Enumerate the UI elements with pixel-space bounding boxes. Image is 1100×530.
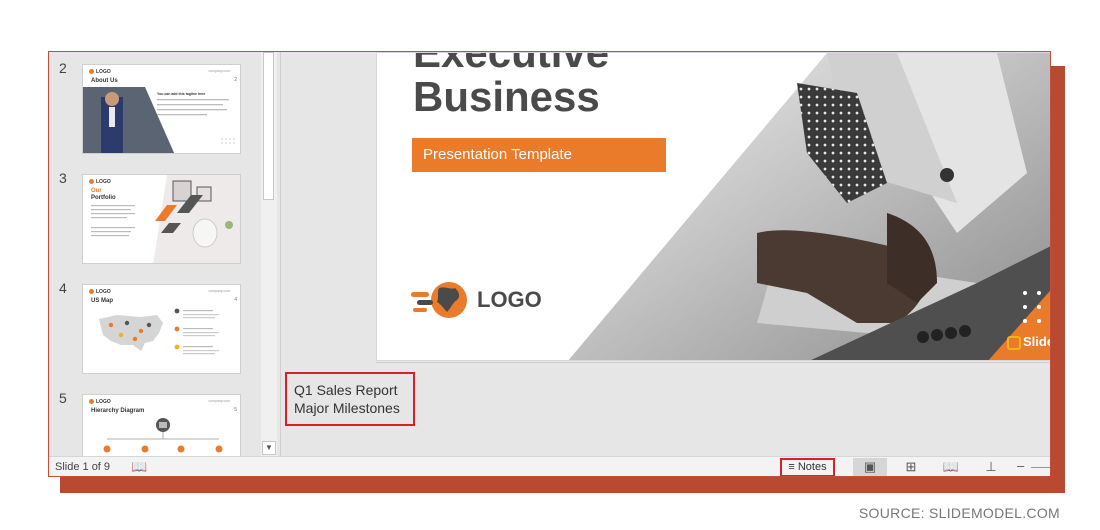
thumbnail-website: company.com [208,399,230,403]
notes-icon: ≡ [788,461,795,473]
notes-button[interactable]: ≡ Notes [780,458,835,476]
scroll-down-arrow-icon[interactable]: ▼ [262,441,276,455]
zoom-out-icon[interactable]: – [1017,458,1024,473]
portfolio-collage [153,175,240,263]
slide-sorter-view-icon[interactable]: ⊞ [894,458,928,476]
thumbnail-number: 3 [59,170,67,186]
dots-decoration [221,138,235,144]
logo-globe-icon [411,282,467,318]
thumbnail-website: company.com [208,289,230,293]
scrollbar-thumb[interactable] [263,52,274,200]
slide-canvas[interactable]: Executive Business Presentation Template… [376,52,1051,361]
text-placeholder-lines [91,205,135,237]
thumbnail-logo: LOGO [89,289,111,295]
powerpoint-window: 2 LOGO company.com About Us 2 You can ad… [48,51,1051,477]
notes-line-1: Q1 Sales Report [294,382,398,398]
thumbnail-slide-number: 2 [234,77,237,83]
thumbnail-title: About Us [91,78,118,84]
thumbnail-slide-2[interactable]: 2 LOGO company.com About Us 2 You can ad… [49,52,279,154]
thumbnail-title: US Map [91,298,114,304]
thumbnail-tagline: You can add this tagline here [157,92,206,96]
slidemodel-icon [1007,335,1021,350]
slide-logo: LOGO [411,278,542,322]
hierarchy-diagram [103,418,223,453]
watermark-logo: Slide [1007,334,1051,350]
us-map-graphic [99,315,163,351]
slide-logo-text: LOGO [477,287,542,312]
thumbnail-scrollbar[interactable]: ▼ [261,52,277,456]
thumbnail-logo: LOGO [89,399,111,405]
speaker-notes[interactable]: Q1 Sales Report Major Milestones [285,372,415,426]
notes-button-label: Notes [797,461,827,473]
thumbnail-image[interactable]: LOGO company.com About Us 2 You can add … [82,64,241,154]
notes-pane[interactable] [376,362,1050,457]
pane-divider[interactable] [280,52,281,456]
thumbnail-number: 2 [59,60,67,76]
thumbnail-slide-number: 5 [234,407,237,413]
thumbnail-slide-number: 4 [234,297,237,303]
text-placeholder-lines [157,99,229,116]
thumbnail-slide-3[interactable]: 3 LOGO company.com Our Portfolio 3 [49,162,279,264]
thumbnail-image[interactable]: LOGO company.com Our Portfolio 3 [82,174,241,264]
thumbnail-slide-4[interactable]: 4 LOGO company.com US Map 4 [49,272,279,374]
map-legend [174,308,219,355]
normal-view-icon[interactable]: ▣ [853,458,887,476]
slide-counter: Slide 1 of 9 [55,461,111,473]
thumbnail-title-line1: Our [91,188,102,194]
thumbnail-image[interactable]: LOGO company.com US Map 4 [82,284,241,374]
slide-thumbnail-pane[interactable]: 2 LOGO company.com About Us 2 You can ad… [49,52,279,456]
thumbnail-title-line2: Portfolio [91,195,116,201]
thumbnail-logo: LOGO [89,179,111,185]
zoom-slider[interactable] [1031,467,1050,468]
thumbnail-image[interactable]: LOGO company.com Hierarchy Diagram 5 [82,394,241,456]
watermark-text: Slide [1023,334,1051,349]
thumbnail-number: 4 [59,280,67,296]
notes-line-2: Major Milestones [294,400,400,416]
source-credit: SOURCE: SLIDEMODEL.COM [858,505,1060,521]
slide-show-icon[interactable]: ⊥ [974,458,1008,476]
status-bar: Slide 1 of 9 📖 ≡ Notes ▣ ⊞ 📖 ⊥ – [49,456,1050,476]
thumbnail-number: 5 [59,390,67,406]
hero-photo-business-laptop [568,53,1050,360]
thumbnail-title: Hierarchy Diagram [91,408,145,414]
reading-view-icon[interactable]: 📖 [934,458,968,476]
accessibility-icon[interactable]: 📖 [131,459,147,475]
thumbnail-logo: LOGO [89,69,111,75]
thumbnail-slide-5[interactable]: 5 LOGO company.com Hierarchy Diagram 5 [49,382,279,456]
thumbnail-website: company.com [208,69,230,73]
